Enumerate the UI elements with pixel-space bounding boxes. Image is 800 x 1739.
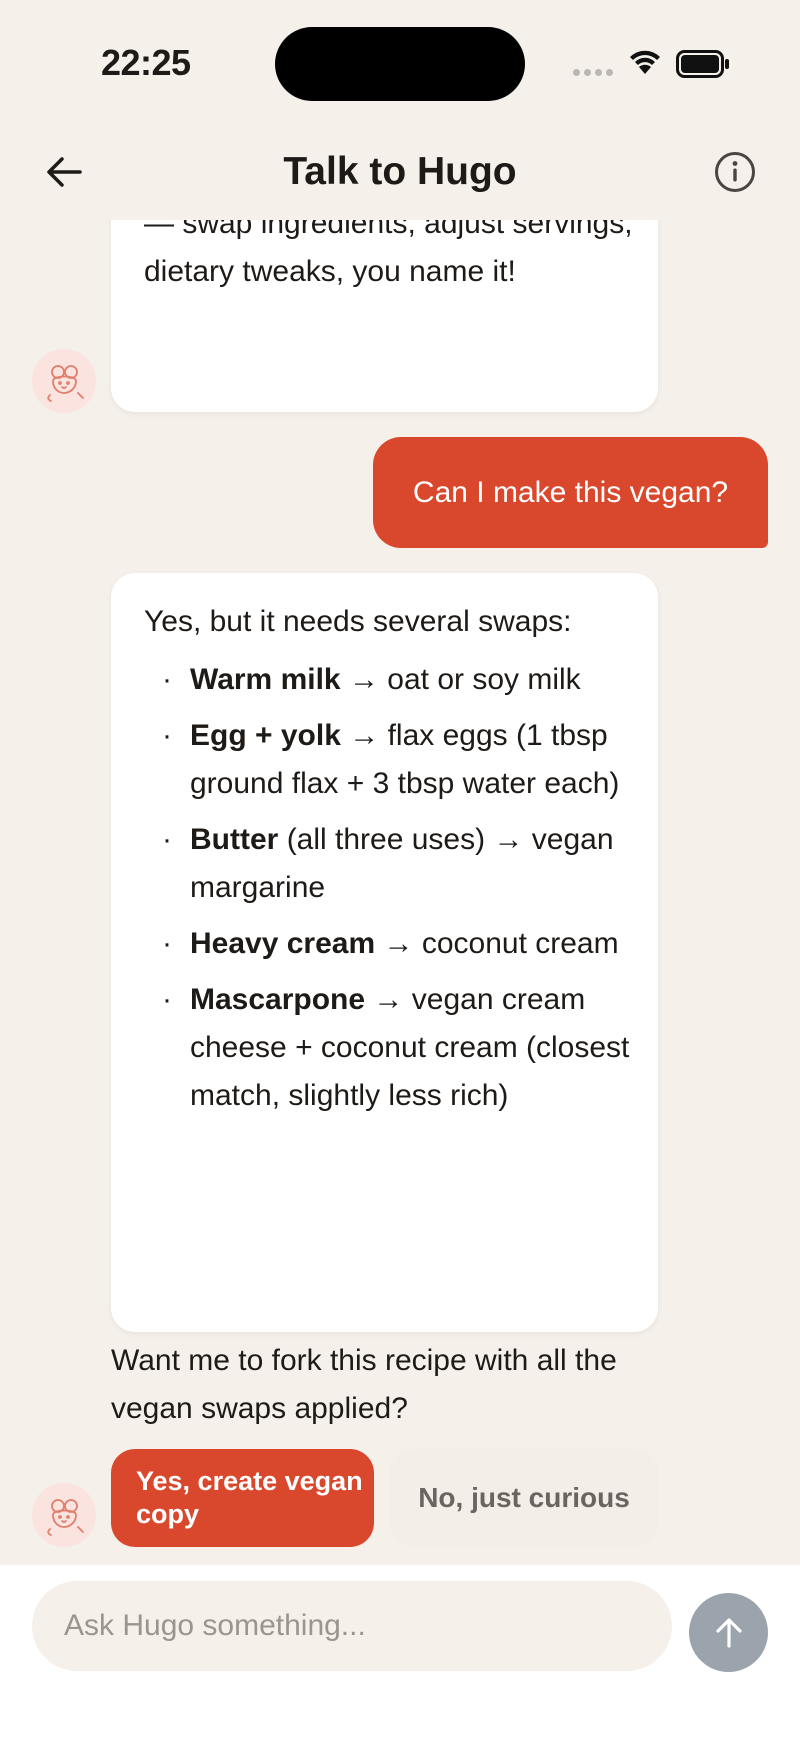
arrow-right-icon: → [348,663,379,696]
info-circle-icon [715,152,755,192]
bullet: · [162,719,172,752]
status-time: 22:25 [101,42,191,83]
bullet: · [162,663,172,696]
arrow-right-icon: → [383,927,414,960]
message-text: — swap ingredients, adjust servings, die… [144,220,633,288]
swap-list: · Warm milk → oat or soy milk · Egg + yolk… [144,656,634,1128]
replacement: oat or soy milk [387,663,581,696]
ingredient: Warm milk [190,663,341,696]
list-item: · Butter (all three uses) → vegan margari… [144,816,634,912]
ingredient: Heavy cream [190,927,376,960]
cellular-signal-icon [573,69,613,76]
arrow-right-icon: → [349,719,380,752]
mouse-chef-icon [47,1499,84,1536]
ingredient: Butter [190,823,279,856]
send-button[interactable] [689,1593,768,1672]
chat-thread[interactable]: — swap ingredients, adjust servings, die… [0,220,800,1565]
ingredient: Egg + yolk [190,719,341,752]
info-button[interactable] [711,148,759,196]
hugo-avatar [32,1483,96,1547]
wifi-icon [630,50,660,74]
arrow-up-icon [715,1617,742,1648]
list-item: · Heavy cream → coconut cream [144,920,634,968]
message-input[interactable] [32,1581,672,1671]
replacement: coconut cream [421,927,619,960]
page-title: Talk to Hugo [283,150,517,193]
bot-message: — swap ingredients, adjust servings, die… [111,220,658,412]
bullet: · [162,823,172,856]
arrow-right-icon: → [373,983,404,1016]
list-item: · Warm milk → oat or soy milk [144,656,634,704]
chat-header: Talk to Hugo [0,120,800,220]
mouse-chef-icon [47,365,84,402]
arrow-right-icon: → [493,823,524,856]
ingredient: Mascarpone [190,983,366,1016]
create-vegan-copy-button[interactable]: Yes, create vegan copy [111,1449,374,1547]
dynamic-island [275,27,525,101]
composer [0,1565,800,1739]
hugo-avatar [32,349,96,413]
battery-icon [676,50,729,78]
status-bar: 22:25 [0,0,800,120]
bullet: · [162,927,172,960]
note: (all three uses) [286,823,486,856]
list-item: · Mascarpone → vegan cream cheese + cocon… [144,976,634,1120]
bullet: · [162,983,172,1016]
just-curious-button[interactable]: No, just curious [390,1449,658,1547]
message-text: Yes, but it needs several swaps: [144,605,572,638]
user-message: Can I make this vegan? [373,437,768,548]
bot-message: Yes, but it needs several swaps: · Warm m… [111,573,658,1332]
list-item: · Egg + yolk → flax eggs (1 tbsp ground f… [144,712,634,808]
bot-followup-text: Want me to fork this recipe with all the… [111,1344,617,1425]
